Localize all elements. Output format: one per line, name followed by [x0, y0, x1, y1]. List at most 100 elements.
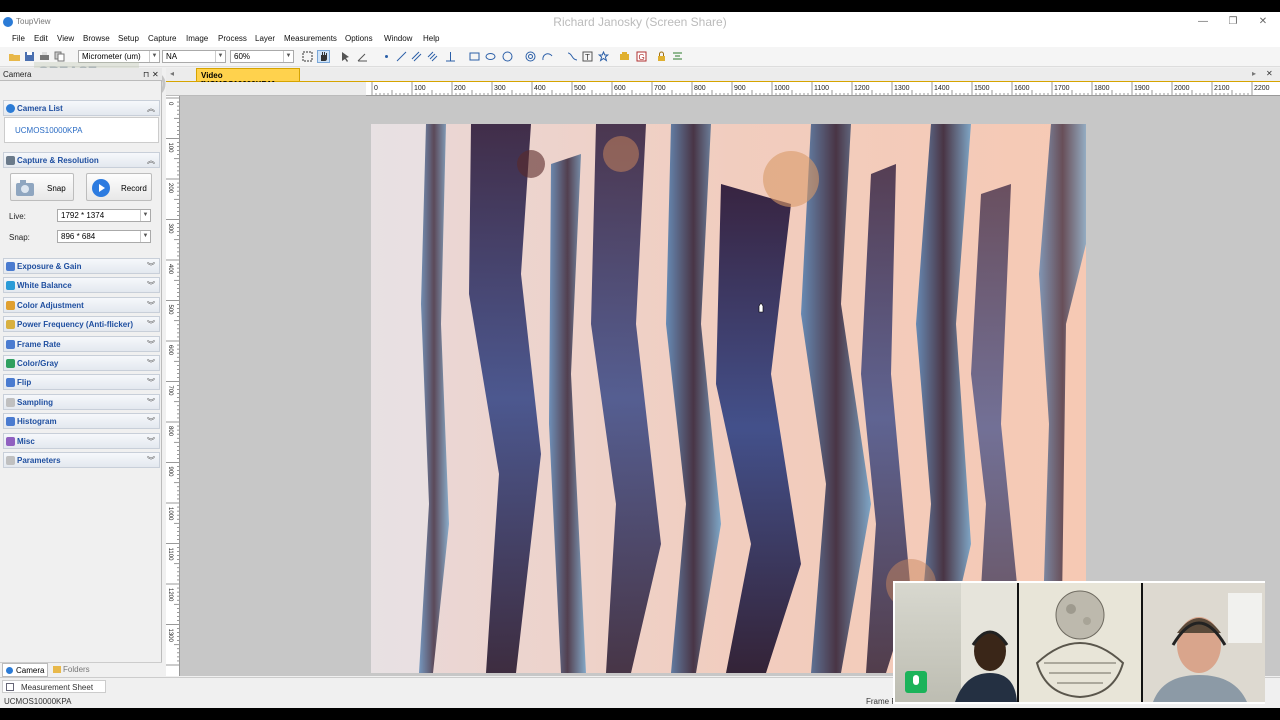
ruler-label: 2100: [1214, 85, 1230, 92]
sidebar-header: Camera ⊓ ✕: [0, 68, 162, 81]
ruler-label: 800: [694, 85, 706, 92]
parallel-tool-icon[interactable]: [411, 51, 422, 62]
angle-tool-icon[interactable]: [357, 51, 368, 62]
tab-scroll-left-icon[interactable]: ◂: [170, 69, 174, 78]
section-color-gray[interactable]: Color/Gray ︾: [3, 355, 160, 371]
menu-process[interactable]: Process: [218, 34, 247, 43]
menu-browse[interactable]: Browse: [83, 34, 110, 43]
menu-layer[interactable]: Layer: [255, 34, 275, 43]
section-histogram[interactable]: Histogram ︾: [3, 413, 160, 430]
menu-image[interactable]: Image: [186, 34, 208, 43]
section-power-frequency-anti-flicker[interactable]: Power Frequency (Anti-flicker) ︾: [3, 316, 160, 333]
measurement-sheet-tab[interactable]: Measurement Sheet: [2, 680, 106, 693]
text-tool-icon[interactable]: T: [582, 51, 593, 62]
menu-help[interactable]: Help: [423, 34, 439, 43]
section-color-adjustment[interactable]: Color Adjustment ︾: [3, 296, 160, 313]
menu-setup[interactable]: Setup: [118, 34, 139, 43]
perpendicular-tool-icon[interactable]: [445, 51, 456, 62]
tab-folders-label: Folders: [63, 665, 90, 674]
minimize-icon[interactable]: —: [1196, 16, 1210, 27]
snap-camera-icon: [16, 180, 34, 196]
tab-folders[interactable]: Folders: [50, 663, 98, 677]
record-button[interactable]: Record: [86, 173, 152, 201]
star-icon[interactable]: [598, 51, 609, 62]
section-white-balance[interactable]: White Balance ︾: [3, 277, 160, 294]
snap-resolution-select[interactable]: 896 * 684 ▼: [57, 230, 151, 243]
ruler-label: 400: [167, 264, 173, 275]
ruler-label: 2200: [1254, 85, 1270, 92]
arc-tool-icon[interactable]: [542, 51, 553, 62]
rectangle-tool-icon[interactable]: [469, 51, 480, 62]
lock-icon[interactable]: [656, 51, 667, 62]
ruler-label: 2000: [1174, 85, 1190, 92]
menu-file[interactable]: File: [12, 34, 25, 43]
ellipse-tool-icon[interactable]: [485, 51, 496, 62]
open-folder-icon[interactable]: [9, 51, 20, 62]
menu-measurements[interactable]: Measurements: [284, 34, 337, 43]
na-select[interactable]: NA ▼: [162, 50, 226, 63]
toupview-window: ToupView Richard Janosky (Screen Share) …: [0, 12, 1280, 708]
point-tool-icon[interactable]: [381, 51, 392, 62]
vertical-ruler-ticks: 0 100 200 300 400 500 600 700 800 900 1000 1100 1200…: [166, 97, 179, 666]
live-resolution-select[interactable]: 1792 * 1374 ▼: [57, 209, 151, 222]
ruler-label: 400: [534, 85, 546, 92]
ruler-label: 200: [454, 85, 466, 92]
menu-edit[interactable]: Edit: [34, 34, 48, 43]
chevron-up-icon: ︽: [147, 156, 155, 165]
concentric-tool-icon[interactable]: [525, 51, 536, 62]
pan-hand-icon[interactable]: [317, 50, 330, 63]
section-flip[interactable]: Flip ︾: [3, 374, 160, 391]
multi-line-tool-icon[interactable]: [427, 51, 438, 62]
zoom-select[interactable]: 60% ▼: [230, 50, 294, 63]
tab-camera[interactable]: Camera: [2, 663, 48, 677]
tab-video-ucmos[interactable]: Video [UCMOS10000KPA]: [196, 68, 300, 89]
section-frame-rate[interactable]: Frame Rate ︾: [3, 335, 160, 352]
pointer-icon[interactable]: [340, 51, 351, 62]
white-balance-icon: [6, 281, 15, 291]
line-tool-icon[interactable]: [396, 51, 407, 62]
section-parameters[interactable]: Parameters ︾: [3, 452, 160, 468]
section-camera-list[interactable]: Camera List ︽: [3, 100, 160, 116]
frame-rate-icon: [6, 339, 15, 349]
tab-scroll-right-icon[interactable]: ▸: [1252, 69, 1256, 78]
section-exposure-gain[interactable]: Exposure & Gain ︾: [3, 258, 160, 274]
align-icon[interactable]: [672, 51, 683, 62]
status-device: UCMOS10000KPA: [4, 697, 72, 706]
ruler-label: 1000: [167, 507, 173, 521]
circle-tool-icon[interactable]: [502, 51, 513, 62]
section-sampling[interactable]: Sampling ︾: [3, 393, 160, 410]
snap-button[interactable]: Snap: [10, 173, 74, 201]
live-resolution-value: 1792 * 1374: [61, 211, 105, 220]
ruler-label: 1300: [894, 85, 910, 92]
ruler-label: 1200: [854, 85, 870, 92]
participant-2-moon-avatar: [1035, 590, 1125, 699]
grid-icon[interactable]: G: [636, 51, 647, 62]
close-icon[interactable]: ✕: [1256, 16, 1270, 27]
menu-capture[interactable]: Capture: [148, 34, 176, 43]
title-bar: ToupView Richard Janosky (Screen Share) …: [0, 12, 1280, 32]
ruler-label: 1100: [814, 85, 829, 92]
restore-icon[interactable]: ❐: [1226, 16, 1240, 27]
curve-tool-icon[interactable]: [567, 51, 578, 62]
camera-device-item[interactable]: UCMOS10000KPA: [15, 126, 82, 135]
section-misc[interactable]: Misc ︾: [3, 432, 160, 449]
section-label: Flip: [17, 378, 32, 388]
menu-window[interactable]: Window: [384, 34, 412, 43]
vertical-ruler: 0 100 200 300 400 500 600 700 800 900 1000 1100 1200…: [166, 96, 180, 676]
menu-view[interactable]: View: [57, 34, 74, 43]
live-resolution-label: Live:: [9, 212, 26, 221]
section-capture-resolution[interactable]: Capture & Resolution ︽: [3, 152, 160, 168]
calibrate-icon[interactable]: [619, 51, 630, 62]
ruler-label: 600: [614, 85, 626, 92]
pin-icon[interactable]: ⊓: [143, 70, 149, 79]
ruler-label: 900: [167, 467, 173, 478]
flip-icon: [6, 378, 15, 388]
menu-options[interactable]: Options: [345, 34, 373, 43]
record-play-icon: [92, 179, 110, 197]
chevron-down-icon: ︾: [147, 320, 155, 330]
close-icon[interactable]: ✕: [152, 70, 159, 79]
ruler-label: 1700: [1054, 85, 1070, 92]
select-rect-icon[interactable]: [302, 51, 313, 62]
camera-tab-icon: [6, 667, 13, 674]
close-tab-icon[interactable]: ✕: [1266, 69, 1273, 78]
